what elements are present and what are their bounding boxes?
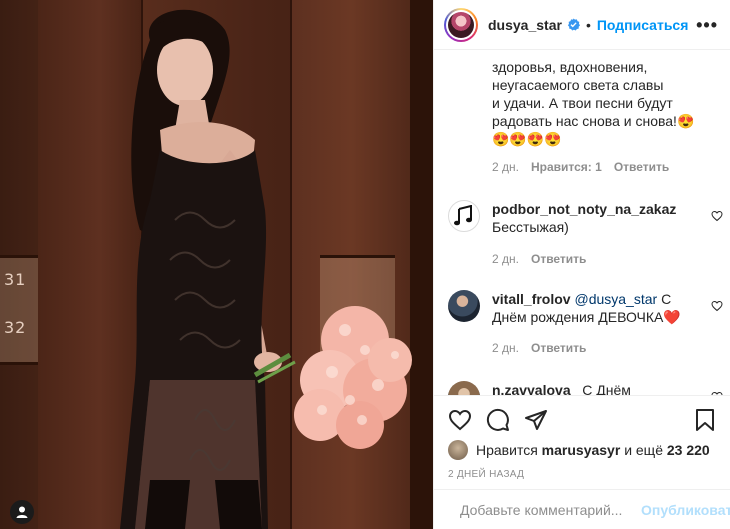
commenter-avatar[interactable] [448, 381, 480, 395]
comment-input[interactable] [460, 501, 641, 518]
caption-continued: здоровья, вдохновения, неугасаемого свет… [492, 58, 715, 148]
action-bar [448, 406, 717, 434]
comment-item: n.zavyalova_ С Днём Рождения! ❤️❤️❤️ [448, 381, 723, 395]
commenter-username[interactable]: vitall_frolov [492, 291, 571, 307]
comment-icon[interactable] [486, 408, 510, 432]
caption-line: здоровья, вдохновения, [492, 59, 648, 75]
verified-badge-icon [567, 18, 580, 31]
author-avatar[interactable] [444, 7, 478, 42]
separator-dot: • [585, 16, 591, 33]
bookmark-icon[interactable] [693, 408, 717, 432]
comment-like-icon[interactable] [711, 210, 723, 222]
reply-button[interactable]: Ответить [531, 250, 586, 268]
comment-text: Бесстыжая) [492, 219, 569, 235]
heart-icon[interactable] [448, 408, 472, 432]
post-sidebar: dusya_star • Подписаться ••• здоровья, в… [433, 0, 730, 529]
comment-item: podbor_not_noty_na_zakaz Бесстыжая) 2 дн… [448, 200, 723, 268]
reply-button[interactable]: Ответить [614, 160, 669, 174]
post-actions-section: Нравится marusyasyr и ещё 23 220 2 ДНЕЙ … [434, 395, 730, 480]
mention-link[interactable]: @dusya_star [574, 291, 657, 307]
share-icon[interactable] [524, 408, 548, 432]
comments-list: здоровья, вдохновения, неугасаемого свет… [434, 50, 730, 395]
commenter-username[interactable]: podbor_not_noty_na_zakaz [492, 201, 676, 217]
post-header: dusya_star • Подписаться ••• [434, 0, 730, 50]
likes-count[interactable]: 23 220 [667, 442, 710, 458]
comment-time[interactable]: 2 дн. [492, 250, 519, 268]
publish-button[interactable]: Опубликовать [641, 502, 730, 518]
user-tag-icon[interactable] [10, 500, 34, 524]
post-photo[interactable]: 31 32 [0, 0, 433, 529]
caption-line: 😍😍😍😍 [492, 131, 562, 147]
caption-line: радовать нас снова и снова!😍 [492, 113, 695, 129]
comment-item: vitall_frolov @dusya_star С Днём рождени… [448, 290, 723, 357]
liker-username[interactable]: marusyasyr [542, 442, 621, 458]
likes-middle: и ещё [624, 442, 663, 458]
music-note-icon [454, 205, 472, 226]
heart-emoji: ❤️ [663, 310, 681, 326]
likes-prefix: Нравится [476, 442, 538, 458]
caption-line: неугасаемого света славы [492, 77, 664, 93]
comment-time[interactable]: 2 дн. [492, 160, 519, 174]
reply-button[interactable]: Ответить [531, 339, 586, 357]
commenter-avatar[interactable] [448, 200, 480, 232]
caption-line: и удачи. А твои песни будут [492, 95, 673, 111]
comment-time[interactable]: 2 дн. [492, 339, 519, 357]
author-username[interactable]: dusya_star [488, 17, 562, 33]
more-options-icon[interactable]: ••• [696, 16, 718, 34]
comment-like-icon[interactable] [711, 300, 723, 312]
comment-likes[interactable]: Нравится: 1 [531, 160, 602, 174]
comment-meta: 2 дн. Нравится: 1 Ответить [492, 160, 715, 174]
liker-avatar[interactable] [448, 440, 468, 460]
commenter-avatar[interactable] [448, 290, 480, 322]
commenter-username[interactable]: n.zavyalova_ [492, 382, 578, 395]
add-comment-bar: Опубликовать [434, 489, 730, 529]
likes-summary: Нравится marusyasyr и ещё 23 220 [448, 440, 717, 460]
follow-button[interactable]: Подписаться [597, 17, 689, 33]
post-date[interactable]: 2 ДНЕЙ НАЗАД [448, 469, 717, 480]
